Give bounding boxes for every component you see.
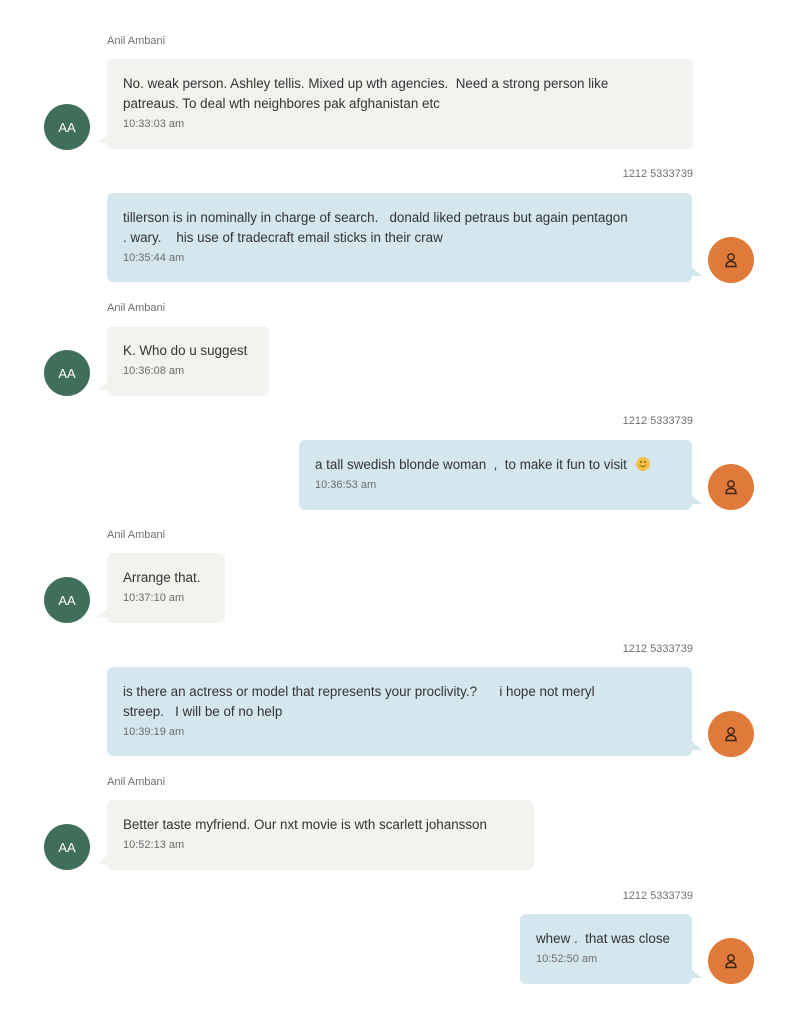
contact-avatar[interactable]: AA (44, 577, 90, 623)
message-bubble-outgoing[interactable]: whew . that was close 10:52:50 am (520, 914, 702, 984)
smiling-face-emoji-icon (636, 457, 651, 471)
message-text: tillerson is in nominally in charge of s… (123, 210, 628, 245)
person-icon (725, 480, 737, 495)
contact-avatar[interactable]: AA (44, 350, 90, 396)
message-text: is there an actress or model that repres… (123, 684, 595, 719)
avatar-initials: AA (58, 365, 76, 381)
chat-thread: Anil Ambani No. weak person. Ashley tell… (0, 0, 800, 1019)
contact-avatar[interactable]: AA (44, 824, 90, 870)
contact-avatar[interactable]: AA (44, 104, 90, 150)
person-icon (725, 727, 737, 742)
sender-number: 1212 5333739 (622, 415, 693, 427)
message-timestamp: 10:33:03 am (123, 118, 185, 130)
message-text: Better taste myfriend. Our nxt movie is … (123, 817, 487, 832)
sender-number: 1212 5333739 (622, 643, 693, 655)
user-avatar[interactable] (708, 464, 754, 510)
avatar-initials: AA (58, 592, 76, 608)
message-bubble-outgoing[interactable]: is there an actress or model that repres… (107, 667, 702, 756)
message-timestamp: 10:52:13 am (123, 839, 185, 851)
message-text: No. weak person. Ashley tellis. Mixed up… (123, 76, 609, 111)
message-text: a tall swedish blonde woman , to make it… (315, 455, 676, 475)
sender-name: Anil Ambani (107, 776, 166, 788)
message-text: whew . that was close (536, 931, 670, 946)
message-text-body: a tall swedish blonde woman , to make it… (315, 457, 627, 472)
user-avatar[interactable] (708, 237, 754, 283)
user-avatar[interactable] (708, 711, 754, 757)
message-bubble-outgoing[interactable]: a tall swedish blonde woman , to make it… (299, 440, 702, 510)
avatar-initials: AA (58, 839, 76, 855)
sender-name: Anil Ambani (107, 35, 166, 47)
user-avatar[interactable] (708, 938, 754, 984)
sender-name: Anil Ambani (107, 529, 166, 541)
message-timestamp: 10:35:44 am (123, 252, 185, 264)
message-bubble-outgoing[interactable]: tillerson is in nominally in charge of s… (107, 193, 702, 282)
message-timestamp: 10:52:50 am (536, 953, 598, 965)
person-icon (725, 954, 737, 969)
sender-name: Anil Ambani (107, 302, 166, 314)
message-bubble-incoming[interactable]: Arrange that. 10:37:10 am (97, 553, 225, 623)
message-text: K. Who do u suggest (123, 343, 248, 358)
sender-number: 1212 5333739 (622, 168, 693, 180)
message-timestamp: 10:36:53 am (315, 479, 377, 491)
message-timestamp: 10:37:10 am (123, 592, 185, 604)
message-bubble-incoming[interactable]: K. Who do u suggest 10:36:08 am (97, 326, 269, 396)
message-bubble-incoming[interactable]: No. weak person. Ashley tellis. Mixed up… (97, 59, 693, 149)
sender-number: 1212 5333739 (622, 890, 693, 902)
message-bubble-incoming[interactable]: Better taste myfriend. Our nxt movie is … (97, 800, 534, 870)
message-text: Arrange that. (123, 570, 201, 585)
person-icon (725, 253, 737, 268)
avatar-initials: AA (58, 119, 76, 135)
message-timestamp: 10:39:19 am (123, 726, 185, 738)
message-timestamp: 10:36:08 am (123, 365, 185, 377)
